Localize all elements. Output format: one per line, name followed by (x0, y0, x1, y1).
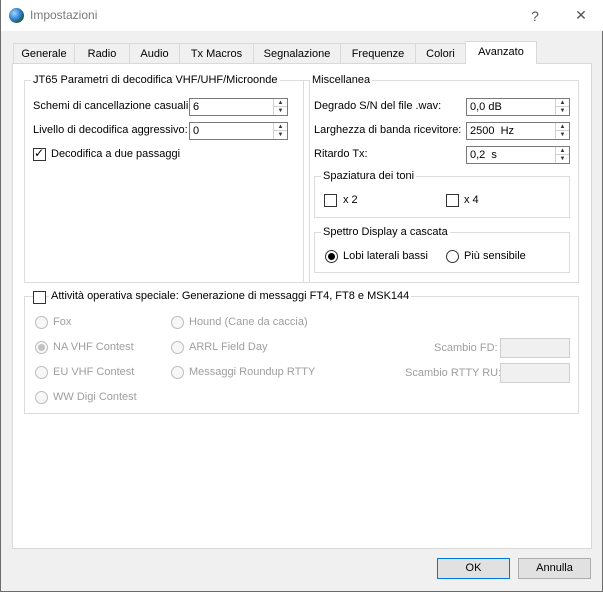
aggressive-label: Livello di decodifica aggressivo: (33, 124, 188, 136)
waterfall-group: Spettro Display a cascata Lobi laterali … (314, 226, 570, 273)
spin-down-icon[interactable]: ▼ (556, 131, 569, 139)
na-vhf-contest-radio[interactable] (35, 341, 48, 354)
spin-buttons: ▲ ▼ (273, 99, 287, 115)
tone-spacing-title: Spaziatura dei toni (321, 170, 417, 182)
settings-dialog: Impostazioni ? ✕ Generale Radio Audio Tx… (0, 0, 603, 592)
na-vhf-contest-label[interactable]: NA VHF Contest (53, 341, 134, 353)
rtty-exchange-label: Scambio RTTY RU: (405, 367, 502, 379)
spin-buttons: ▲ ▼ (555, 99, 569, 115)
fd-exchange-label: Scambio FD: (434, 342, 498, 354)
spin-up-icon[interactable]: ▲ (274, 123, 287, 131)
two-pass-checkbox[interactable] (33, 146, 46, 161)
random-erasure-spinbox[interactable]: 6 ▲ ▼ (189, 98, 288, 116)
close-icon: ✕ (575, 7, 587, 23)
tab-radio[interactable]: Radio (74, 43, 130, 64)
two-pass-label[interactable]: Decodifica a due passaggi (51, 148, 180, 160)
low-sidelobes-radio[interactable] (325, 250, 338, 263)
spin-buttons: ▲ ▼ (555, 123, 569, 139)
hound-label[interactable]: Hound (Cane da caccia) (189, 316, 308, 328)
tab-segnalazione[interactable]: Segnalazione (253, 43, 341, 64)
spin-down-icon[interactable]: ▼ (556, 155, 569, 163)
spin-down-icon[interactable]: ▼ (556, 107, 569, 115)
spin-up-icon[interactable]: ▲ (274, 99, 287, 107)
tx-delay-spinbox[interactable]: 0,2 s ▲ ▼ (466, 146, 570, 164)
rtty-roundup-label[interactable]: Messaggi Roundup RTTY (189, 366, 315, 378)
degrade-label: Degrado S/N del file .wav: (314, 100, 442, 112)
fox-radio[interactable] (35, 316, 48, 329)
tx-delay-value: 0,2 s (470, 149, 497, 161)
tone-x2-label[interactable]: x 2 (343, 194, 358, 206)
spin-down-icon[interactable]: ▼ (274, 107, 287, 115)
bandwidth-spinbox[interactable]: 2500 Hz ▲ ▼ (466, 122, 570, 140)
ww-digi-contest-radio[interactable] (35, 391, 48, 404)
misc-group: Miscellanea Degrado S/N del file .wav: 0… (303, 74, 579, 283)
misc-group-title: Miscellanea (310, 74, 373, 86)
tone-x2-checkbox[interactable] (324, 194, 337, 207)
bandwidth-value: 2500 Hz (470, 125, 515, 137)
tab-panel-avanzato: JT65 Parametri di decodifica VHF/UHF/Mic… (12, 63, 592, 549)
tone-x4-label[interactable]: x 4 (464, 194, 479, 206)
tab-frequenze[interactable]: Frequenze (340, 43, 416, 64)
aggressive-value: 0 (193, 125, 200, 137)
cancel-button[interactable]: Annulla (518, 558, 591, 579)
globe-icon (9, 8, 24, 23)
random-erasure-label: Schemi di cancellazione casuali: (33, 100, 192, 112)
tone-x4-checkbox[interactable] (446, 194, 459, 207)
arrl-field-day-radio[interactable] (171, 341, 184, 354)
spin-down-icon[interactable]: ▼ (274, 131, 287, 139)
ww-digi-contest-label[interactable]: WW Digi Contest (53, 391, 137, 403)
close-button[interactable]: ✕ (558, 0, 603, 31)
tab-avanzato[interactable]: Avanzato (465, 41, 537, 64)
help-button[interactable]: ? (512, 0, 558, 31)
eu-vhf-contest-radio[interactable] (35, 366, 48, 379)
rtty-exchange-input[interactable] (500, 363, 570, 383)
window-title: Impostazioni (30, 8, 98, 22)
special-activity-group: Attività operativa speciale: Generazione… (24, 290, 579, 414)
jt65-group: JT65 Parametri di decodifica VHF/UHF/Mic… (24, 74, 310, 283)
degrade-spinbox[interactable]: 0,0 dB ▲ ▼ (466, 98, 570, 116)
tx-delay-label: Ritardo Tx: (314, 148, 368, 160)
waterfall-title: Spettro Display a cascata (321, 226, 450, 238)
ok-button[interactable]: OK (437, 558, 510, 579)
special-activity-title[interactable]: Attività operativa speciale: Generazione… (49, 290, 412, 302)
tab-audio[interactable]: Audio (129, 43, 180, 64)
tab-colori[interactable]: Colori (415, 43, 466, 64)
rtty-roundup-radio[interactable] (171, 366, 184, 379)
random-erasure-value: 6 (193, 101, 200, 113)
degrade-value: 0,0 dB (470, 101, 502, 113)
spin-buttons: ▲ ▼ (273, 123, 287, 139)
tab-tx-macros[interactable]: Tx Macros (179, 43, 254, 64)
arrl-field-day-label[interactable]: ARRL Field Day (189, 341, 267, 353)
low-sidelobes-label[interactable]: Lobi laterali bassi (343, 250, 428, 262)
most-sensitive-radio[interactable] (446, 250, 459, 263)
help-icon: ? (531, 7, 539, 24)
bandwidth-label: Larghezza di banda ricevitore: (314, 124, 462, 136)
spin-up-icon[interactable]: ▲ (556, 123, 569, 131)
jt65-group-title: JT65 Parametri di decodifica VHF/UHF/Mic… (31, 74, 280, 86)
spin-up-icon[interactable]: ▲ (556, 99, 569, 107)
aggressive-spinbox[interactable]: 0 ▲ ▼ (189, 122, 288, 140)
hound-radio[interactable] (171, 316, 184, 329)
fd-exchange-input[interactable] (500, 338, 570, 358)
eu-vhf-contest-label[interactable]: EU VHF Contest (53, 366, 134, 378)
tone-spacing-group: Spaziatura dei toni x 2 x 4 (314, 170, 570, 218)
fox-label[interactable]: Fox (53, 316, 71, 328)
spin-buttons: ▲ ▼ (555, 147, 569, 163)
tab-generale[interactable]: Generale (13, 43, 75, 64)
title-bar[interactable]: Impostazioni ? ✕ (1, 0, 603, 31)
spin-up-icon[interactable]: ▲ (556, 147, 569, 155)
special-activity-checkbox[interactable] (33, 291, 46, 304)
most-sensitive-label[interactable]: Più sensibile (464, 250, 526, 262)
